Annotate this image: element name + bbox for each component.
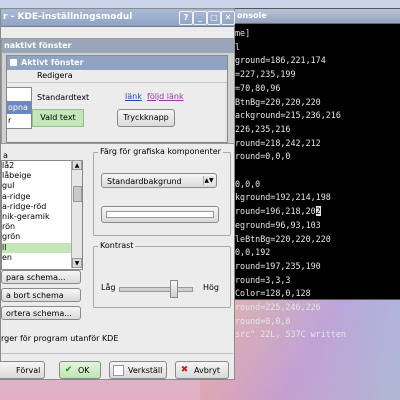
color-button[interactable] xyxy=(101,206,219,223)
preview-push-button: Tryckknapp xyxy=(117,109,175,127)
defaults-button[interactable]: Förval xyxy=(0,361,45,379)
terminal-line: ground=186,221,174 xyxy=(235,55,326,66)
scroll-down-icon[interactable]: ▼ xyxy=(72,258,82,268)
maximize-icon[interactable]: ▢ xyxy=(207,11,221,25)
export-schema-button[interactable]: ortera schema... xyxy=(1,306,81,320)
chevron-down-icon: ▲▼ xyxy=(203,176,214,185)
schema-list-item[interactable]: nik-geramik xyxy=(2,212,82,222)
apply-button[interactable]: Verkställ xyxy=(109,361,167,379)
terminal-line: src" 22L, 537C written xyxy=(235,329,346,340)
terminal-line: round=0,0,0 xyxy=(235,151,291,162)
terminal-line: 226,235,216 xyxy=(235,123,291,134)
import-schema-button[interactable]: para schema... xyxy=(1,270,81,284)
schema-list-item[interactable]: låbeige xyxy=(2,171,82,181)
schema-group-label: a xyxy=(3,151,8,160)
contrast-high-label: Hög xyxy=(203,283,219,292)
apply-icon xyxy=(113,365,124,376)
terminal-line: leBtnBg=220,220,220 xyxy=(235,233,331,244)
schema-list-item[interactable]: grön xyxy=(2,232,82,242)
preview-menubar: Redigera xyxy=(7,70,227,83)
terminal-line: me] xyxy=(235,28,251,38)
kde-control-window: r - KDE-inställningsmodul ? _ ▢ ✕ naktiv… xyxy=(0,8,235,380)
terminal-line: eground=96,93,103 xyxy=(235,219,321,230)
widget-color-group-title: Färg för grafiska komponenter xyxy=(98,147,223,156)
help-icon[interactable]: ? xyxy=(179,11,193,25)
contrast-slider-track[interactable] xyxy=(119,287,193,292)
konsole-title[interactable]: onsole xyxy=(229,9,400,24)
visited-link-text: följd länk xyxy=(147,92,184,101)
preview-side-list: opna r xyxy=(6,87,32,129)
component-select[interactable]: Standardbakgrund ▲▼ xyxy=(101,173,217,188)
terminal-line: ackground=215,236,216 xyxy=(235,110,341,121)
konsole-window: onsole me] l ground=186,221,174 =227,235,19… xyxy=(228,8,400,339)
inactive-window-title: naktivt fönster xyxy=(2,39,234,53)
schema-list-item[interactable]: ll xyxy=(2,242,82,253)
cancel-button[interactable]: ✖ Avbryt xyxy=(175,361,229,379)
schema-list-item[interactable]: gul xyxy=(2,181,82,191)
window-menu-icon xyxy=(10,59,17,66)
schema-list-item[interactable]: en xyxy=(2,253,82,263)
terminal-line: 0,0,192 xyxy=(235,247,271,258)
preview-list-item xyxy=(7,88,31,101)
terminal-line: round=197,235,190 xyxy=(235,260,321,271)
contrast-low-label: Låg xyxy=(101,283,116,292)
widget-color-group: Färg för grafiska komponenter xyxy=(93,147,231,236)
apply-to-non-kde-label[interactable]: rger för program utanför KDE xyxy=(1,334,118,343)
active-window-preview: Aktivt fönster Redigera opna r Standardt… xyxy=(6,55,228,143)
terminal-line: kground=192,214,198 xyxy=(235,192,331,203)
window-title-bar[interactable]: r - KDE-inställningsmodul ? _ ▢ ✕ xyxy=(1,9,235,27)
contrast-slider-handle[interactable] xyxy=(170,280,178,298)
component-select-value: Standardbakgrund xyxy=(107,177,182,186)
terminal-line: round=218,242,212 xyxy=(235,137,321,148)
terminal-line: round=225,246,226 xyxy=(235,302,321,313)
schema-scrollbar[interactable]: ▲ ▼ xyxy=(71,160,82,268)
terminal-line: round=0,0,0 xyxy=(235,315,291,326)
minimize-icon[interactable]: _ xyxy=(193,11,207,25)
schema-list-item[interactable]: a-ridge-röd xyxy=(2,202,82,212)
terminal-output[interactable]: me] l ground=186,221,174 =227,235,199 =70,80… xyxy=(229,24,400,342)
link-text: länk xyxy=(125,92,142,101)
active-window-title: Aktivt fönster xyxy=(7,56,227,70)
preview-list-item: r xyxy=(8,116,12,125)
preview-body: opna r Standardtext länk följd länk Vald… xyxy=(6,83,225,141)
selected-text: Vald text xyxy=(32,109,84,127)
terminal-line: =227,235,199 xyxy=(235,69,296,80)
remove-schema-button[interactable]: a bort schema xyxy=(1,288,81,302)
ok-button[interactable]: ✔ OK xyxy=(59,361,101,379)
terminal-line: l xyxy=(235,41,241,52)
terminal-cursor: 2 xyxy=(315,206,321,217)
menu-item-edit: Redigera xyxy=(37,71,73,80)
preview-list-item-selected: opna xyxy=(7,101,31,114)
cancel-icon: ✖ xyxy=(180,365,189,375)
standard-text: Standardtext xyxy=(37,93,90,102)
contrast-group: Kontrast xyxy=(93,241,231,308)
scroll-thumb[interactable] xyxy=(73,186,82,202)
color-preview: naktivt fönster Aktivt fönster Redigera … xyxy=(1,38,235,144)
terminal-line: =70,80,96 xyxy=(235,82,281,93)
terminal-line: round=3,3,3 xyxy=(235,274,291,285)
terminal-line: round=196,218,202 xyxy=(235,206,321,217)
scroll-up-icon[interactable]: ▲ xyxy=(72,160,82,170)
schema-list-item[interactable]: lå2 xyxy=(2,161,82,171)
check-icon: ✔ xyxy=(64,365,73,375)
color-swatch xyxy=(106,211,214,218)
terminal-line: BtnBg=220,220,220 xyxy=(235,96,321,107)
terminal-line: 0,0,0 xyxy=(235,178,261,189)
contrast-group-title: Kontrast xyxy=(98,241,136,250)
schema-list-item[interactable]: rön xyxy=(2,222,82,232)
schema-list-item[interactable]: a-ridge xyxy=(2,192,82,202)
terminal-line: Color=128,0,128 xyxy=(235,288,311,299)
window-title: r - KDE-inställningsmodul xyxy=(3,12,133,22)
button-separator xyxy=(1,353,233,354)
close-icon[interactable]: ✕ xyxy=(221,11,235,25)
